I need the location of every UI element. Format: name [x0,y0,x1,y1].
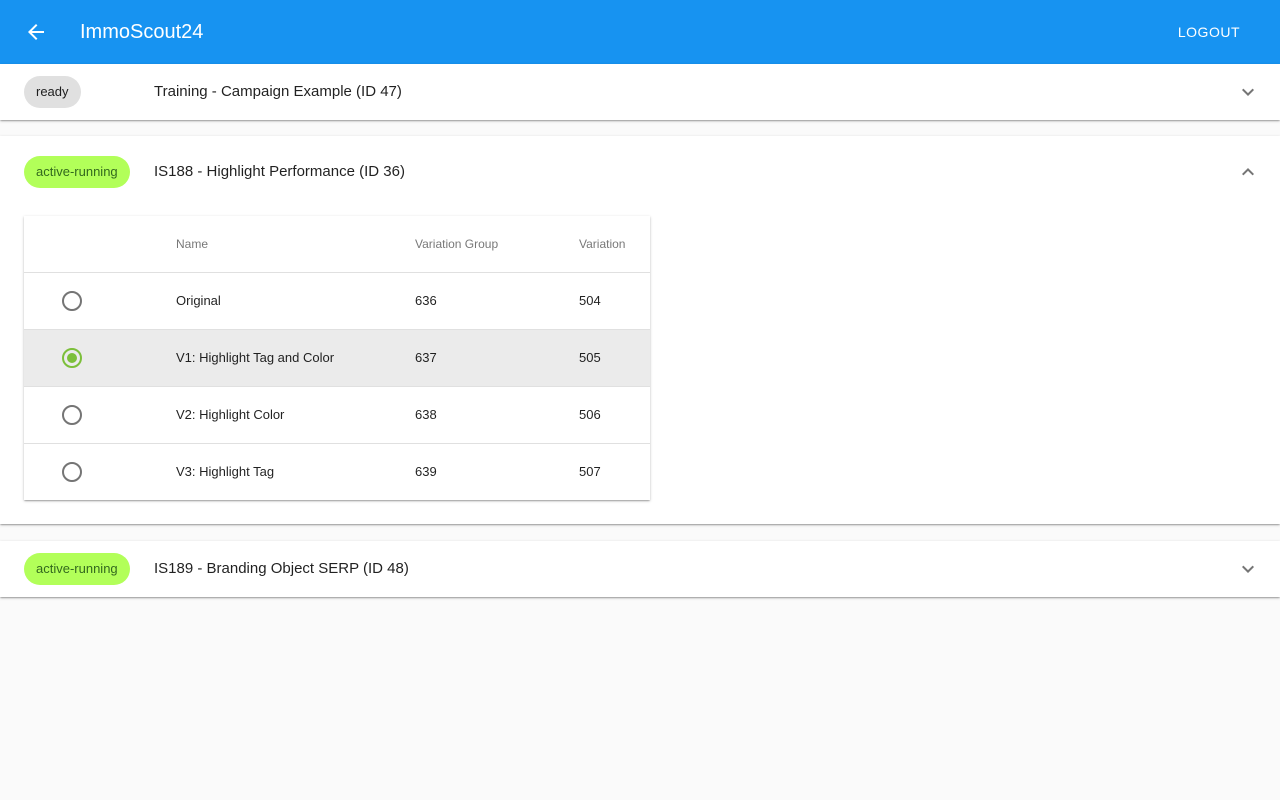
back-button[interactable] [20,16,52,48]
table-row[interactable]: V2: Highlight Color 638 506 [24,387,650,444]
campaign-title: Training - Campaign Example (ID 47) [154,83,402,100]
header-variation-group[interactable]: Variation Group [415,216,498,272]
cell-variation: 504 [579,293,601,308]
cell-name: V3: Highlight Tag [176,464,275,479]
chevron-down-icon[interactable] [1236,557,1260,581]
logout-button[interactable]: LOGOUT [1162,14,1256,50]
cell-name: Original [176,293,221,308]
campaign-panel: active-running IS189 - Branding Object S… [0,541,1280,597]
app-title: ImmoScout24 [80,21,204,43]
table-row[interactable]: Original 636 504 [24,273,650,330]
campaign-panel-header[interactable]: active-running IS189 - Branding Object S… [0,541,1280,597]
cell-variation-group: 639 [415,464,437,479]
cell-variation-group: 637 [415,350,437,365]
campaign-title: IS189 - Branding Object SERP (ID 48) [154,560,409,577]
arrow-left-icon [28,24,44,40]
radio-button[interactable] [62,462,82,482]
cell-variation: 506 [579,407,601,422]
cell-name: V2: Highlight Color [176,407,285,422]
cell-variation: 505 [579,350,601,365]
status-chip: active-running [24,156,130,188]
table-row[interactable]: V3: Highlight Tag 639 507 [24,444,650,500]
cell-variation: 507 [579,464,601,479]
app-bar: ImmoScout24 LOGOUT [0,0,1280,64]
cell-name: V1: Highlight Tag and Color [176,350,335,365]
campaign-title: IS188 - Highlight Performance (ID 36) [154,163,405,180]
radio-button[interactable] [62,405,82,425]
header-name[interactable]: Name [176,216,208,272]
campaign-panel: ready Training - Campaign Example (ID 47… [0,64,1280,120]
cell-variation-group: 638 [415,407,437,422]
cell-variation-group: 636 [415,293,437,308]
table-header: Name Variation Group Variation [24,216,650,273]
campaign-panel-header[interactable]: ready Training - Campaign Example (ID 47… [0,64,1280,120]
chevron-down-icon[interactable] [1236,80,1260,104]
campaign-panel-header[interactable]: active-running IS188 - Highlight Perform… [0,136,1280,208]
variations-table: Name Variation Group Variation Original … [24,216,650,500]
radio-button[interactable] [62,291,82,311]
radio-button-checked[interactable] [62,348,82,368]
status-chip: active-running [24,553,130,585]
chevron-up-icon[interactable] [1236,160,1260,184]
header-variation[interactable]: Variation [579,216,625,272]
table-row[interactable]: V1: Highlight Tag and Color 637 505 [24,330,650,387]
status-chip: ready [24,76,81,108]
